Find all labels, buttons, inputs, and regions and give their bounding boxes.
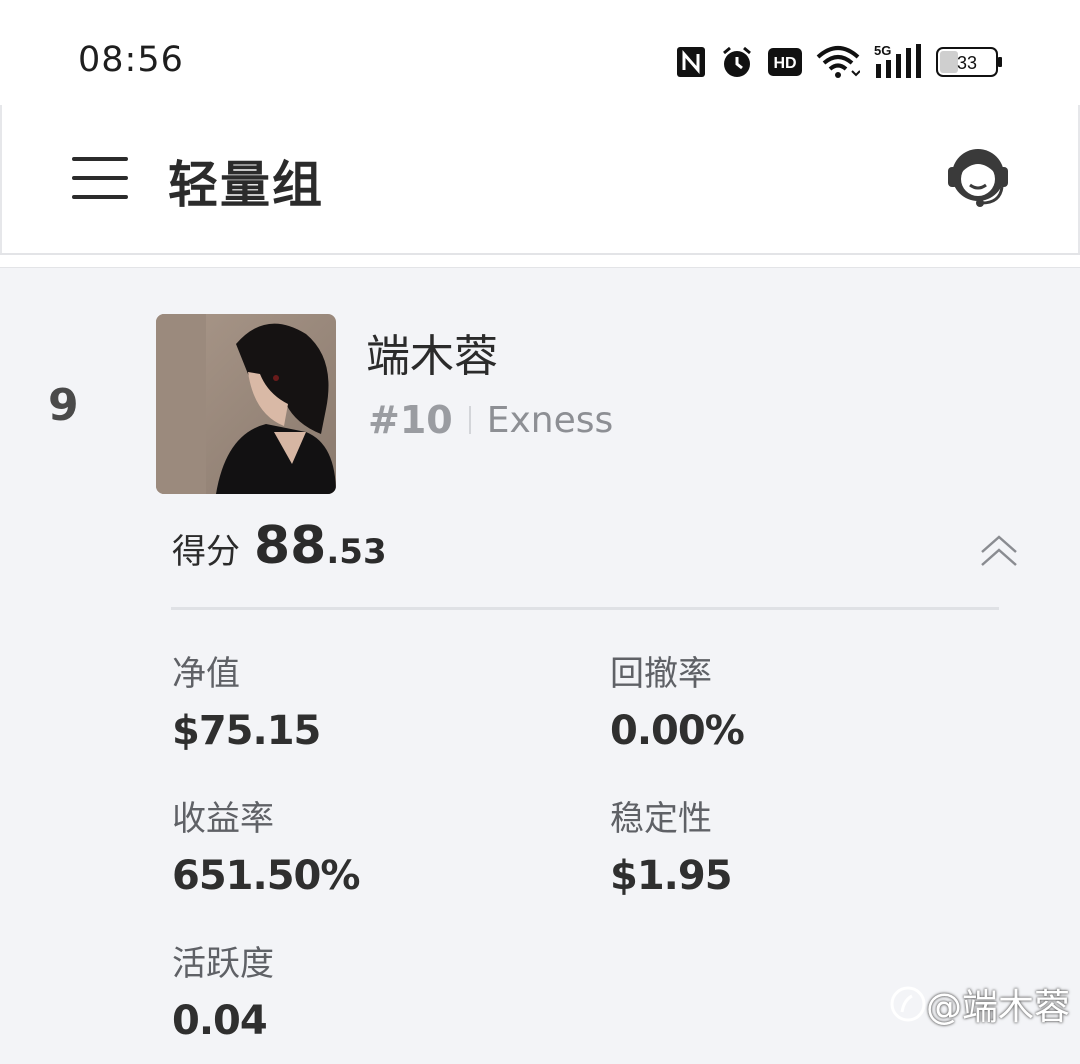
- metric-value: $75.15: [172, 708, 321, 754]
- alarm-icon: [720, 45, 754, 79]
- page-title: 轻量组: [168, 156, 324, 214]
- score: 得分 88 .53: [172, 516, 387, 576]
- broker-name: Exness: [486, 399, 614, 441]
- 5g-signal-icon: 5G: [874, 44, 922, 80]
- account-number: #10: [368, 398, 453, 442]
- metric-label: 稳定性: [610, 799, 712, 839]
- zhihu-logo-icon: [890, 986, 926, 1022]
- header-divider: [0, 253, 1080, 269]
- battery-icon: 33: [936, 47, 1004, 77]
- score-divider: [171, 607, 999, 610]
- app-header: 轻量组: [0, 105, 1080, 255]
- status-icons: HD 5G 33: [676, 40, 1004, 84]
- account-info: #10 Exness: [368, 398, 613, 442]
- metric-value: 0.00%: [610, 708, 745, 754]
- network-label: 5G: [874, 44, 891, 58]
- metric-activity: 活跃度 0.04: [172, 944, 274, 1044]
- hd-label: HD: [773, 55, 796, 72]
- watermark: @端木蓉: [890, 978, 1070, 1030]
- score-label: 得分: [172, 532, 240, 572]
- ranking-card: 9 端木蓉 #10 Exness 得分 88 .53 净值 $75.15 回撤率…: [0, 268, 1080, 1064]
- customer-service-headset-icon[interactable]: [946, 145, 1010, 217]
- metric-label: 回撤率: [610, 654, 712, 694]
- metric-drawdown: 回撤率 0.00%: [610, 654, 745, 754]
- status-time: 08:56: [78, 40, 184, 80]
- nfc-icon: [676, 46, 706, 78]
- status-bar: 08:56 HD 5G 33: [0, 0, 1080, 105]
- score-integer: 88: [254, 516, 327, 576]
- chevron-up-icon[interactable]: [980, 534, 1018, 568]
- metric-value: $1.95: [610, 853, 733, 899]
- trader-name: 端木蓉: [366, 331, 498, 382]
- rank-number: 9: [48, 380, 79, 431]
- metric-stability: 稳定性 $1.95: [610, 799, 733, 899]
- hamburger-menu-icon[interactable]: [72, 157, 128, 201]
- wifi-icon: [816, 45, 860, 79]
- metric-label: 活跃度: [172, 944, 274, 984]
- metric-value: 651.50%: [172, 853, 360, 899]
- metric-return-rate: 收益率 651.50%: [172, 799, 360, 899]
- battery-level: 33: [957, 53, 977, 73]
- watermark-text: @端木蓉: [925, 987, 1070, 1028]
- separator: [468, 406, 471, 434]
- avatar[interactable]: [156, 314, 336, 494]
- hd-icon: HD: [768, 48, 802, 76]
- metric-value: 0.04: [172, 998, 268, 1044]
- metric-label: 净值: [172, 654, 240, 694]
- metric-label: 收益率: [172, 799, 274, 839]
- metric-net-value: 净值 $75.15: [172, 654, 321, 754]
- score-decimal: .53: [326, 532, 387, 572]
